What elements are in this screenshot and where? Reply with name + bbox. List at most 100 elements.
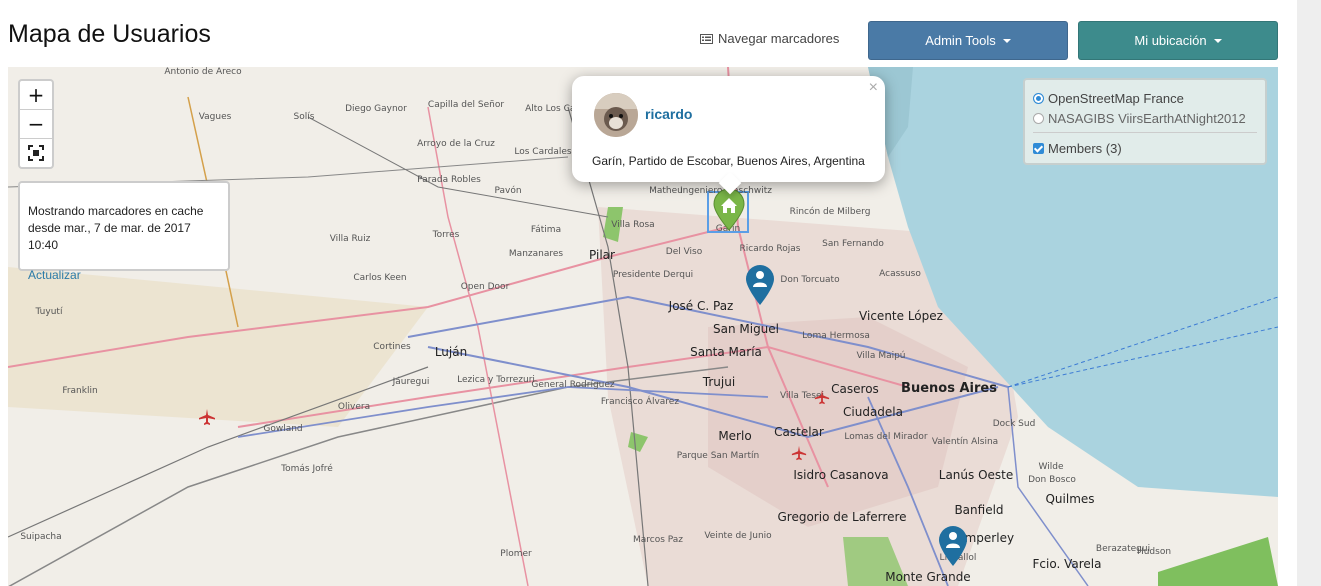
avatar [594,93,638,137]
navigate-markers-label: Navegar marcadores [718,31,840,46]
popup-address: Garín, Partido de Escobar, Buenos Aires,… [592,154,865,168]
map-label: Parque San Martín [676,451,760,461]
map-label: Marcos Paz [632,535,684,545]
map-canvas[interactable]: Antonio de Areco Vagues Solís Diego Gayn… [8,67,1278,586]
radio-unselected[interactable] [1033,112,1044,124]
map-label: Pavón [494,186,522,196]
map-label: Capilla del Señor [427,100,505,110]
caret-down-icon [1213,38,1222,43]
map-label: Presidente Derqui [612,270,694,280]
my-location-button[interactable]: Mi ubicación [1078,21,1278,60]
layer-option-nasagibs[interactable]: NASAGIBS ViirsEarthAtNight2012 [1033,108,1265,128]
map-label: Valentín Alsina [931,437,999,447]
checkbox-checked[interactable] [1033,142,1044,154]
zoom-control: + − [18,79,54,169]
map-label: Tomás Jofré [281,464,333,474]
map-label: Lanús Oeste [938,468,1014,482]
map-label: Buenos Aires [901,381,997,396]
overlay-option-members[interactable]: Members (3) [1033,138,1265,158]
map-label: Don Torcuato [780,275,840,285]
map-label: Castelar [774,425,824,439]
map-label: Del Viso [665,247,703,257]
map-label: Isidro Casanova [793,468,889,482]
update-link[interactable]: Actualizar [28,267,220,284]
map-label: Tuyutí [35,307,63,317]
map-label: Fátima [530,225,562,235]
map-label: San Fernando [822,239,884,249]
map-label: Gregorio de Laferrere [777,510,907,524]
map-label: Hudson [1136,547,1172,557]
map-label: Luján [434,345,468,359]
zoom-out-button[interactable]: − [20,110,52,139]
map-label: Jáuregui [392,377,430,387]
map-label: Francisco Álvarez [600,397,680,407]
navigate-markers-link[interactable]: Navegar marcadores [700,31,839,46]
airport-icon [199,409,215,425]
map-label: Villa Ruiz [329,234,371,244]
map-label: Loma Hermosa [802,331,870,341]
map-label: Fcio. Varela [1032,557,1102,571]
map-label: Dock Sud [992,419,1036,429]
map-label: Villa Maipú [856,351,906,361]
map-label: Santa María [690,345,762,359]
airport-icon [791,445,807,461]
map-label: Veinte de Junio [704,531,772,541]
member-marker-icon[interactable] [937,525,969,567]
map-label: Torres [432,230,460,240]
map-label: Suipacha [20,532,62,542]
map-label: Arroyo de la Cruz [417,139,495,149]
layer-label: NASAGIBS ViirsEarthAtNight2012 [1048,110,1246,126]
airport-icon [814,389,830,405]
list-icon [700,33,713,44]
map-label: Carlos Keen [353,273,407,283]
map-label: Caseros [831,382,879,396]
map-label: General Rodríguez [531,380,615,390]
my-location-label: Mi ubicación [1134,33,1207,48]
layers-control: OpenStreetMap France NASAGIBS ViirsEarth… [1023,78,1267,165]
marker-popup: × ricardo Garín, Partido de Escobar, Bue… [572,76,885,182]
map-label: Banfield [954,503,1004,517]
cache-notice-date: desde mar., 7 de mar. de 2017 10:40 [28,221,191,252]
map-label: Franklin [62,386,98,396]
page-title: Mapa de Usuarios [8,20,211,48]
map-label: Rincón de Milberg [789,207,871,217]
cache-notice: Mostrando marcadores en cache desde mar.… [18,181,230,282]
map-label: Diego Gaynor [345,104,407,114]
fullscreen-icon [28,145,44,161]
map-label: San Miguel [712,322,780,336]
map-label: Antonio de Areco [164,67,242,77]
fullscreen-button[interactable] [20,139,52,167]
map-label: Vicente López [859,309,943,323]
map-label: Pilar [589,248,615,262]
map-label: Merlo [718,429,752,443]
map-label: Quilmes [1045,492,1095,506]
map-label: Manzanares [508,249,564,259]
member-marker-icon[interactable] [744,264,776,306]
avatar-image [594,93,638,137]
map-label: Wilde [1038,462,1064,472]
map-label: Ricardo Rojas [739,244,801,254]
map-label: Vagues [198,112,232,122]
map-label: Parada Robles [417,175,481,185]
popup-username-link[interactable]: ricardo [645,106,692,122]
map-label: Matheu [649,186,683,196]
zoom-in-button[interactable]: + [20,81,52,110]
layer-option-osm-france[interactable]: OpenStreetMap France [1033,88,1265,108]
map-label: Solís [293,112,315,122]
caret-down-icon [1002,38,1011,43]
map-label: José C. Paz [668,299,734,313]
home-marker-icon[interactable] [712,189,746,231]
map-label: Ciudadela [843,405,903,419]
map-label: Plomer [500,549,532,559]
layer-divider [1033,132,1257,133]
admin-tools-button[interactable]: Admin Tools [868,21,1068,60]
page-scroll-gutter [1297,0,1321,586]
map-label: Lomas del Mirador [844,432,928,442]
admin-tools-label: Admin Tools [925,33,996,48]
popup-close-button[interactable]: × [869,79,878,97]
map-label: Lezica y Torrezuri [457,375,535,385]
map-label: Acassuso [879,269,921,279]
radio-selected[interactable] [1033,92,1044,104]
map-label: Cortines [373,342,411,352]
map-label: Villa Rosa [611,220,655,230]
